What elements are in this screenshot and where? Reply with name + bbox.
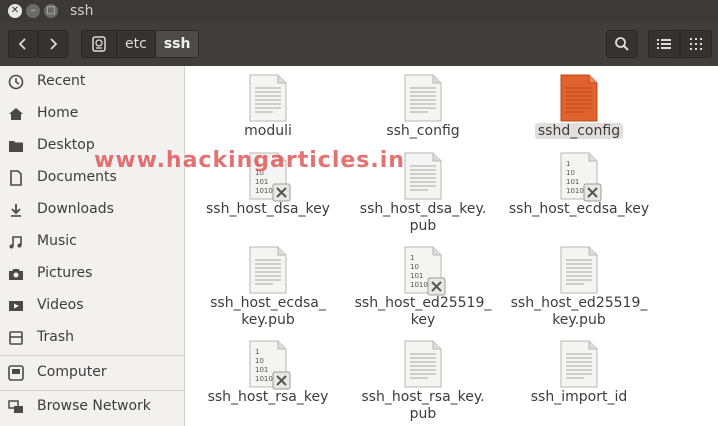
sidebar-item-pictures[interactable]: Pictures (0, 258, 184, 290)
sidebar-item-label: Desktop (37, 137, 95, 153)
sidebar-item-label: Videos (37, 297, 84, 313)
svg-text:10: 10 (566, 169, 575, 177)
document-icon (10, 170, 22, 186)
binary-file-icon: 1101011010 (249, 340, 291, 390)
text-file-icon (249, 246, 287, 294)
sidebar-item-videos[interactable]: Videos (0, 290, 184, 322)
chevron-left-icon (18, 38, 26, 50)
video-icon (9, 301, 23, 311)
file-name: ssh_host_dsa_key. pub (359, 201, 487, 234)
svg-text:1: 1 (410, 254, 414, 262)
download-icon (11, 204, 21, 217)
forward-button[interactable] (38, 30, 68, 58)
search-button[interactable] (606, 30, 638, 58)
back-button[interactable] (8, 30, 38, 58)
close-window-button[interactable]: ✕ (8, 4, 22, 18)
svg-text:1010: 1010 (410, 281, 428, 289)
svg-text:10: 10 (255, 357, 264, 365)
sidebar-item-label: Browse Network (37, 398, 151, 414)
sidebar: Recent Home Desktop Documents Downloads … (0, 66, 185, 426)
music-icon (9, 236, 22, 249)
breadcrumb-root[interactable] (82, 31, 117, 57)
binary-file-icon: 1101011010 (560, 152, 602, 202)
svg-text:101: 101 (566, 178, 579, 186)
sidebar-divider (0, 355, 184, 356)
text-file-icon (404, 74, 442, 122)
minimize-window-button[interactable]: – (26, 4, 40, 18)
search-icon (615, 37, 629, 51)
file-name: ssh_host_ed25519_ key (354, 295, 492, 328)
sidebar-item-label: Pictures (37, 265, 93, 281)
sidebar-item-label: Computer (37, 364, 107, 380)
home-icon (9, 108, 23, 120)
title-bar: ✕ – □ ssh (0, 0, 718, 22)
watermark: www.hackingarticles.in (94, 148, 405, 173)
breadcrumb: etc ssh (81, 30, 200, 58)
sidebar-item-label: Music (37, 233, 77, 249)
network-icon (8, 400, 23, 413)
text-file-icon (560, 246, 598, 294)
maximize-icon: □ (46, 5, 56, 16)
minimize-icon: – (30, 5, 36, 16)
sidebar-item-downloads[interactable]: Downloads (0, 194, 184, 226)
file-grid: moduli ssh_config sshd_config 1 10 101 1010… (185, 66, 718, 426)
file-name: ssh_host_rsa_key. pub (361, 389, 485, 422)
file-name: ssh_import_id (530, 389, 628, 405)
sidebar-item-music[interactable]: Music (0, 226, 184, 258)
svg-text:1010: 1010 (566, 187, 584, 195)
svg-text:10: 10 (410, 263, 419, 271)
drive-icon (92, 36, 106, 52)
list-view-button[interactable] (648, 30, 680, 58)
file-name: ssh_host_ed25519_ key.pub (510, 295, 648, 328)
file-name: ssh_host_dsa_key (206, 201, 330, 217)
svg-text:1010: 1010 (255, 187, 273, 195)
sidebar-item-browse-network[interactable]: Browse Network (0, 391, 184, 423)
file-name: ssh_host_ecdsa_ key.pub (210, 295, 326, 328)
sidebar-item-label: Home (37, 105, 79, 121)
breadcrumb-etc[interactable]: etc (117, 31, 156, 57)
file-name: ssh_config (386, 123, 460, 139)
file-name: moduli (244, 123, 292, 139)
camera-icon (9, 269, 23, 280)
folder-icon (9, 141, 23, 152)
file-name: sshd_config (499, 123, 659, 140)
sidebar-item-label: Recent (37, 73, 86, 89)
text-file-icon (560, 340, 598, 388)
sidebar-item-label: Downloads (37, 201, 114, 217)
text-file-icon (404, 152, 442, 200)
svg-text:101: 101 (410, 272, 423, 280)
clock-icon (8, 74, 24, 90)
file-name: ssh_host_rsa_key (207, 389, 329, 405)
sidebar-item-recent[interactable]: Recent (0, 66, 184, 98)
sidebar-item-home[interactable]: Home (0, 98, 184, 130)
grid-view-button[interactable] (680, 30, 712, 58)
svg-text:1: 1 (566, 160, 570, 168)
svg-text:101: 101 (255, 178, 268, 186)
maximize-window-button[interactable]: □ (44, 4, 58, 18)
trash-icon (9, 331, 23, 345)
text-file-icon (249, 74, 287, 122)
close-icon: ✕ (10, 5, 20, 16)
chevron-right-icon (50, 38, 58, 50)
file-name: ssh_host_ecdsa_key (508, 201, 650, 217)
window-title: ssh (70, 3, 94, 19)
toolbar: etc ssh (0, 22, 718, 66)
svg-text:101: 101 (255, 366, 268, 374)
text-file-icon-selected (560, 74, 598, 122)
sidebar-item-label: Trash (37, 329, 74, 345)
text-file-icon (404, 340, 442, 388)
sidebar-item-computer[interactable]: Computer (0, 357, 184, 389)
breadcrumb-ssh[interactable]: ssh (155, 31, 199, 57)
svg-text:1: 1 (255, 348, 259, 356)
sidebar-item-trash[interactable]: Trash (0, 322, 184, 354)
binary-file-icon: 1101011010 (404, 246, 446, 296)
grid-view-icon (690, 38, 702, 50)
computer-icon (8, 365, 24, 381)
svg-text:1010: 1010 (255, 375, 273, 383)
list-view-icon (657, 39, 671, 49)
